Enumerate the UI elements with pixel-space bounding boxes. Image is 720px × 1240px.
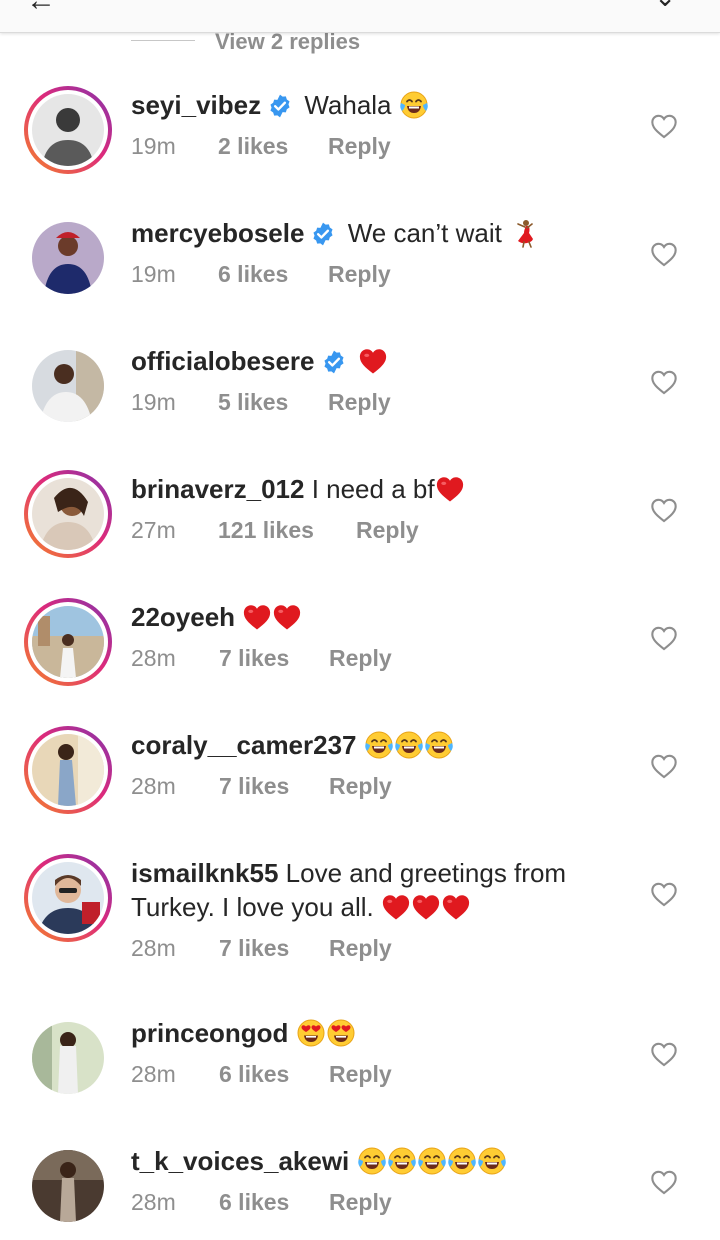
- comment-username[interactable]: coraly__camer237: [131, 730, 357, 760]
- red-heart-emoji-icon: [242, 602, 272, 632]
- comment-likes[interactable]: 121 likes: [218, 517, 356, 544]
- comment-time: 27m: [131, 517, 176, 543]
- comment-time: 19m: [131, 261, 176, 287]
- red-heart-emoji-icon: [435, 474, 465, 504]
- comment-likes[interactable]: 2 likes: [218, 133, 328, 160]
- reply-button[interactable]: Reply: [329, 935, 392, 962]
- comment-time: 28m: [131, 1061, 176, 1087]
- reply-button[interactable]: Reply: [356, 517, 419, 544]
- comment-likes[interactable]: 5 likes: [218, 389, 328, 416]
- joy-emoji-icon: [447, 1146, 477, 1176]
- back-arrow-icon[interactable]: ←: [26, 0, 56, 18]
- red-heart-emoji-icon: [441, 892, 471, 922]
- comment-text: I need a bf: [311, 474, 435, 504]
- reply-button[interactable]: Reply: [329, 645, 392, 672]
- like-heart-icon[interactable]: [650, 369, 678, 395]
- replies-divider: [131, 39, 195, 41]
- comment-username[interactable]: mercyebosele: [131, 218, 304, 248]
- reply-button[interactable]: Reply: [328, 133, 391, 160]
- avatar[interactable]: [32, 1022, 104, 1094]
- chevron-down-icon[interactable]: ⌄: [654, 0, 676, 13]
- comment-likes[interactable]: 6 likes: [219, 1061, 329, 1088]
- comment-likes[interactable]: 7 likes: [219, 645, 329, 672]
- comment-text: We can’t wait: [347, 218, 502, 248]
- heart-eyes-emoji-icon: [326, 1018, 356, 1048]
- story-ring[interactable]: [24, 854, 112, 942]
- comment-username[interactable]: ismailknk55: [131, 858, 278, 888]
- joy-emoji-icon: [394, 730, 424, 760]
- avatar[interactable]: [32, 94, 104, 166]
- red-heart-emoji-icon: [272, 602, 302, 632]
- verified-badge-icon: [310, 221, 336, 247]
- comment-text-continued: Turkey. I love you all.: [131, 892, 374, 922]
- comment-likes[interactable]: 6 likes: [218, 261, 328, 288]
- avatar[interactable]: [32, 734, 104, 806]
- avatar[interactable]: [32, 1150, 104, 1222]
- verified-badge-icon: [267, 93, 293, 119]
- comment-username[interactable]: seyi_vibez: [131, 90, 261, 120]
- like-heart-icon[interactable]: [650, 881, 678, 907]
- joy-emoji-icon: [387, 1146, 417, 1176]
- reply-button[interactable]: Reply: [328, 261, 391, 288]
- red-heart-emoji-icon: [381, 892, 411, 922]
- verified-badge-icon: [321, 349, 347, 375]
- comment-time: 28m: [131, 773, 176, 799]
- like-heart-icon[interactable]: [650, 113, 678, 139]
- reply-button[interactable]: Reply: [329, 773, 392, 800]
- like-heart-icon[interactable]: [650, 625, 678, 651]
- story-ring[interactable]: [24, 470, 112, 558]
- story-ring[interactable]: [24, 726, 112, 814]
- red-heart-emoji-icon: [358, 346, 388, 376]
- avatar[interactable]: [32, 222, 104, 294]
- avatar[interactable]: [32, 606, 104, 678]
- reply-button[interactable]: Reply: [329, 1189, 392, 1216]
- avatar[interactable]: [32, 478, 104, 550]
- comment-text: Wahala: [304, 90, 392, 120]
- comment-likes[interactable]: 6 likes: [219, 1189, 329, 1216]
- comment-time: 19m: [131, 133, 176, 159]
- comment-likes[interactable]: 7 likes: [219, 935, 329, 962]
- joy-emoji-icon: [417, 1146, 447, 1176]
- heart-eyes-emoji-icon: [296, 1018, 326, 1048]
- avatar[interactable]: [32, 862, 104, 934]
- like-heart-icon[interactable]: [650, 753, 678, 779]
- story-ring[interactable]: [24, 86, 112, 174]
- reply-button[interactable]: Reply: [329, 1061, 392, 1088]
- like-heart-icon[interactable]: [650, 1169, 678, 1195]
- reply-button[interactable]: Reply: [328, 389, 391, 416]
- comment-username[interactable]: brinaverz_012: [131, 474, 304, 504]
- comment-time: 28m: [131, 645, 176, 671]
- like-heart-icon[interactable]: [650, 241, 678, 267]
- like-heart-icon[interactable]: [650, 497, 678, 523]
- comment-username[interactable]: officialobesere: [131, 346, 315, 376]
- comment-likes[interactable]: 7 likes: [219, 773, 329, 800]
- comment-time: 28m: [131, 935, 176, 961]
- comment-username[interactable]: 22oyeeh: [131, 602, 235, 632]
- comment-username[interactable]: t_k_voices_akewi: [131, 1146, 349, 1176]
- joy-emoji-icon: [364, 730, 394, 760]
- joy-emoji-icon: [477, 1146, 507, 1176]
- avatar[interactable]: [32, 350, 104, 422]
- comment-username[interactable]: princeongod: [131, 1018, 288, 1048]
- comment-time: 28m: [131, 1189, 176, 1215]
- top-bar: ← ⌄: [0, 0, 720, 33]
- joy-emoji-icon: [424, 730, 454, 760]
- like-heart-icon[interactable]: [650, 1041, 678, 1067]
- red-heart-emoji-icon: [411, 892, 441, 922]
- comment-time: 19m: [131, 389, 176, 415]
- story-ring[interactable]: [24, 598, 112, 686]
- joy-emoji-icon: [399, 90, 429, 120]
- joy-emoji-icon: [357, 1146, 387, 1176]
- dancer-emoji-icon: [509, 218, 539, 248]
- comment-text: Love and greetings from: [285, 858, 567, 888]
